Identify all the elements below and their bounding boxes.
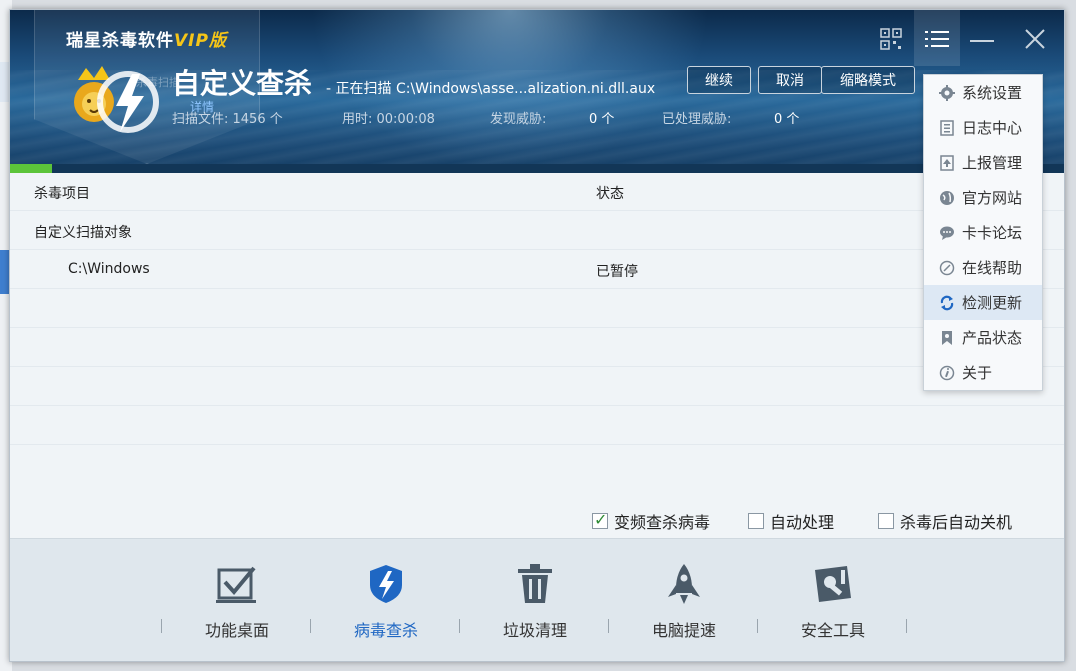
- brand-vip: VIP版: [174, 31, 227, 51]
- brand-name: 瑞星杀毒软件: [66, 31, 174, 51]
- menu-item-label: 在线帮助: [962, 259, 1023, 277]
- gear-icon: [938, 84, 956, 102]
- bottom-nav-bar: 功能桌面 病毒查杀 垃圾清理 电脑提速 安全工具: [10, 538, 1064, 661]
- cancel-button[interactable]: 取消: [758, 66, 822, 94]
- menu-item-online-help[interactable]: 在线帮助: [924, 250, 1042, 285]
- header: 瑞星杀毒软件VIP版 杀毒扫描 详情 自定义查杀 - 正在扫描 C:\Windo…: [10, 10, 1064, 173]
- menu-item-label: 产品状态: [962, 329, 1023, 347]
- nav-divider: [608, 619, 609, 633]
- nav-divider: [906, 619, 907, 633]
- nav-label: 垃圾清理: [502, 621, 567, 640]
- nav-divider: [459, 619, 460, 633]
- menu-item-label: 关于: [962, 364, 993, 382]
- table-row-empty: [10, 368, 1064, 406]
- upload-icon: [938, 154, 956, 172]
- menu-item-log-center[interactable]: 日志中心: [924, 110, 1042, 145]
- table-row[interactable]: 自定义扫描对象: [10, 212, 1064, 250]
- scanned-files-count: 扫描文件: 1456 个: [172, 112, 283, 127]
- rocket-icon: [661, 561, 707, 607]
- globe-icon: [938, 189, 956, 207]
- trash-icon: [512, 561, 558, 607]
- table-row-empty: [10, 407, 1064, 445]
- lion-logo-icon: [74, 66, 159, 133]
- scan-progress-fill: [10, 164, 53, 173]
- info-icon: [938, 364, 956, 382]
- menu-item-kaka-forum[interactable]: 卡卡论坛: [924, 215, 1042, 250]
- nav-label: 电脑提速: [651, 621, 716, 640]
- nav-label: 安全工具: [800, 621, 865, 640]
- log-icon: [938, 119, 956, 137]
- menu-item-label: 系统设置: [962, 84, 1023, 102]
- menu-item-label: 官方网站: [962, 189, 1023, 207]
- menu-item-check-update[interactable]: 检测更新: [924, 285, 1042, 320]
- auto-handle-checkbox[interactable]: [748, 513, 764, 529]
- menu-item-product-status[interactable]: 产品状态: [924, 320, 1042, 355]
- continue-button[interactable]: 继续: [687, 66, 751, 94]
- main-dropdown-menu: 系统设置 日志中心 上报管理 官方网站 卡卡论坛 在线帮助 检测更新 产品状态: [923, 74, 1043, 391]
- threats-found-value: 0 个: [589, 112, 615, 127]
- nav-divider: [757, 619, 758, 633]
- refresh-icon: [938, 294, 956, 312]
- menu-icon[interactable]: [922, 24, 952, 54]
- menu-item-about[interactable]: 关于: [924, 355, 1042, 390]
- column-header-item: 杀毒项目: [34, 186, 90, 202]
- nav-security-tools[interactable]: 安全工具: [773, 561, 893, 651]
- scan-progress-bar: [10, 164, 1064, 173]
- table-header: 杀毒项目 状态: [10, 173, 1064, 211]
- nav-speed-up[interactable]: 电脑提速: [624, 561, 744, 651]
- table-row[interactable]: C:\Windows 已暂停: [10, 251, 1064, 289]
- nav-virus-scan[interactable]: 病毒查杀: [326, 561, 446, 651]
- minimize-icon[interactable]: [967, 24, 997, 54]
- qr-code-icon[interactable]: [876, 24, 906, 54]
- table-row-empty: [10, 290, 1064, 328]
- auto-shutdown-option[interactable]: 杀毒后自动关机: [878, 510, 1012, 532]
- wrench-tool-icon: [810, 561, 856, 607]
- menu-item-label: 检测更新: [962, 294, 1023, 312]
- shield-lightning-icon: [363, 561, 409, 607]
- scan-current-path: - 正在扫描 C:\Windows\asse...alization.ni.dl…: [326, 81, 656, 97]
- auto-shutdown-label: 杀毒后自动关机: [900, 513, 1013, 532]
- menu-item-report-management[interactable]: 上报管理: [924, 145, 1042, 180]
- chat-icon: [938, 224, 956, 242]
- menu-item-label: 卡卡论坛: [962, 224, 1023, 242]
- app-brand: 瑞星杀毒软件VIP版: [66, 26, 227, 51]
- auto-handle-option[interactable]: 自动处理: [748, 510, 834, 532]
- column-header-status: 状态: [596, 186, 624, 202]
- nav-junk-clean[interactable]: 垃圾清理: [475, 561, 595, 651]
- row-item: 自定义扫描对象: [34, 225, 132, 241]
- help-icon: [938, 259, 956, 277]
- menu-item-official-site[interactable]: 官方网站: [924, 180, 1042, 215]
- auto-shutdown-checkbox[interactable]: [878, 513, 894, 529]
- bookmark-icon: [938, 329, 956, 347]
- rising-antivirus-window: 瑞星杀毒软件VIP版 杀毒扫描 详情 自定义查杀 - 正在扫描 C:\Windo…: [9, 9, 1065, 662]
- table-row-empty: [10, 329, 1064, 367]
- nav-divider: [310, 619, 311, 633]
- freq-scan-option[interactable]: 变频查杀病毒: [592, 510, 710, 532]
- nav-divider: [161, 619, 162, 633]
- menu-item-label: 上报管理: [962, 154, 1023, 172]
- freq-scan-label: 变频查杀病毒: [614, 513, 711, 532]
- auto-handle-label: 自动处理: [770, 513, 835, 532]
- freq-scan-checkbox[interactable]: [592, 510, 608, 529]
- checkbox-board-icon: [214, 561, 260, 607]
- threats-handled-value: 0 个: [774, 112, 800, 127]
- row-item: C:\Windows: [68, 261, 150, 277]
- close-icon[interactable]: [1020, 24, 1050, 54]
- mini-mode-button[interactable]: 缩略模式: [821, 66, 915, 94]
- row-status: 已暂停: [596, 264, 638, 280]
- threats-found-label: 发现威胁:: [490, 112, 547, 127]
- menu-item-settings[interactable]: 系统设置: [924, 75, 1042, 110]
- nav-label: 病毒查杀: [353, 621, 418, 640]
- scan-title: 自定义查杀: [172, 67, 313, 100]
- threats-handled-label: 已处理威胁:: [662, 112, 732, 127]
- elapsed-time: 用时: 00:00:08: [342, 112, 435, 127]
- nav-label: 功能桌面: [204, 621, 269, 640]
- menu-item-label: 日志中心: [962, 119, 1023, 137]
- nav-function-desktop[interactable]: 功能桌面: [177, 561, 297, 651]
- scan-items-table: 杀毒项目 状态 自定义扫描对象 C:\Windows 已暂停: [10, 173, 1064, 538]
